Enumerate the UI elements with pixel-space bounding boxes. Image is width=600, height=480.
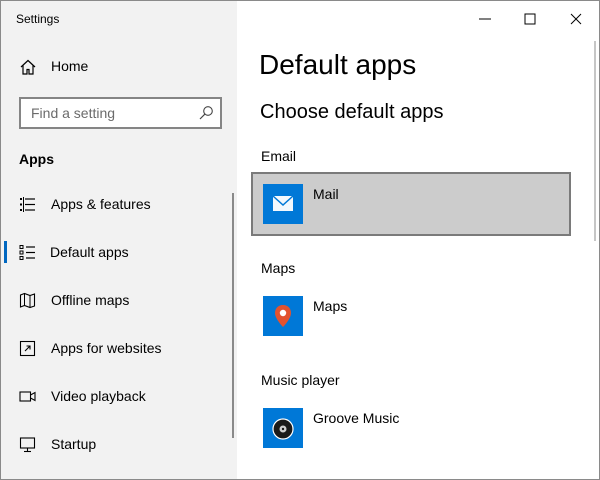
sidebar-item-label: Default apps xyxy=(50,244,129,260)
section-title: Apps xyxy=(19,151,54,167)
video-icon xyxy=(19,391,36,402)
app-name: Groove Music xyxy=(313,410,400,426)
default-app-email[interactable]: Mail xyxy=(251,172,571,236)
sidebar-item-label: Video playback xyxy=(51,388,146,404)
sidebar: Settings Home Find a setting Apps Apps &… xyxy=(1,1,237,479)
sidebar-item-label: Startup xyxy=(51,436,97,452)
window-title: Settings xyxy=(16,12,60,26)
page-subtitle: Choose default apps xyxy=(260,101,444,123)
home-icon xyxy=(20,59,36,75)
open-in-icon xyxy=(19,340,36,357)
sidebar-item-label: Offline maps xyxy=(51,292,130,308)
list-icon xyxy=(20,197,35,212)
search-icon[interactable] xyxy=(198,105,214,121)
sidebar-home-label: Home xyxy=(51,58,89,74)
app-tile xyxy=(263,184,303,224)
default-apps-icon xyxy=(19,245,35,260)
category-label-music-player: Music player xyxy=(261,372,340,388)
main-scrollbar[interactable] xyxy=(594,41,596,241)
app-tile xyxy=(263,296,303,336)
settings-window: Settings Home Find a setting Apps Apps &… xyxy=(0,0,600,480)
startup-icon xyxy=(19,437,36,453)
sidebar-item-apps-features[interactable]: Apps & features xyxy=(1,184,233,224)
sidebar-item-apps-for-websites[interactable]: Apps for websites xyxy=(1,328,233,368)
sidebar-item-startup[interactable]: Startup xyxy=(1,424,233,464)
sidebar-item-video-playback[interactable]: Video playback xyxy=(1,376,233,416)
groove-music-icon xyxy=(272,418,294,440)
sidebar-home[interactable]: Home xyxy=(1,49,237,83)
app-tile xyxy=(263,408,303,448)
search-input[interactable]: Find a setting xyxy=(31,105,115,121)
category-label-maps: Maps xyxy=(261,260,296,276)
sidebar-item-label: Apps & features xyxy=(51,196,151,212)
sidebar-item-default-apps[interactable]: Default apps xyxy=(1,232,233,272)
sidebar-item-offline-maps[interactable]: Offline maps xyxy=(1,280,233,320)
app-name: Maps xyxy=(313,298,348,314)
search-box[interactable]: Find a setting xyxy=(19,97,222,129)
app-name: Mail xyxy=(313,186,339,202)
main-content: Default apps Choose default apps Email M… xyxy=(237,1,599,479)
map-pin-icon xyxy=(275,305,291,327)
category-label-email: Email xyxy=(261,148,297,164)
map-icon xyxy=(19,292,36,309)
sidebar-item-label: Apps for websites xyxy=(51,340,162,356)
sidebar-scrollbar[interactable] xyxy=(232,193,234,438)
default-app-maps[interactable]: Maps xyxy=(251,284,571,348)
active-indicator xyxy=(4,241,7,263)
default-app-music-player[interactable]: Groove Music xyxy=(251,396,571,460)
page-title: Default apps xyxy=(259,49,417,80)
mail-icon xyxy=(272,195,294,211)
